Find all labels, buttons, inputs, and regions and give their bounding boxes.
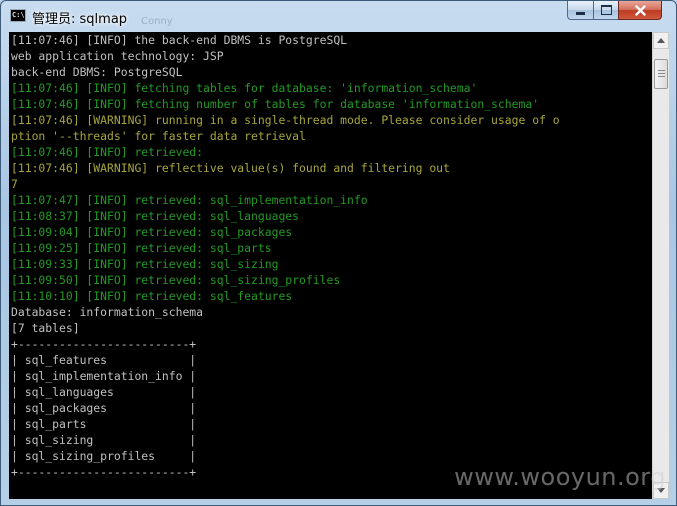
minimize-button[interactable] bbox=[567, 1, 593, 20]
console-line: | sql_parts | bbox=[11, 417, 197, 431]
console-line: | sql_packages | bbox=[11, 401, 197, 415]
window-controls bbox=[567, 1, 662, 20]
maximize-icon bbox=[600, 5, 612, 15]
console-line: ption '--threads' for faster data retrie… bbox=[11, 129, 306, 143]
scroll-up-arrow-icon[interactable] bbox=[653, 32, 669, 49]
console-line: [7 tables] bbox=[11, 321, 80, 335]
console-line: [11:07:46] [INFO] fetching number of tab… bbox=[11, 97, 540, 111]
vertical-scrollbar[interactable] bbox=[652, 32, 669, 499]
console-line: 7 bbox=[11, 177, 18, 191]
console-line: [11:07:46] [WARNING] running in a single… bbox=[11, 113, 560, 127]
console-line: | sql_features | bbox=[11, 353, 197, 367]
console-line: back-end DBMS: PostgreSQL bbox=[11, 65, 183, 79]
console-line: [11:08:37] [INFO] retrieved: sql_languag… bbox=[11, 209, 300, 223]
console-line: [11:07:46] [INFO] the back-end DBMS is P… bbox=[11, 33, 348, 47]
minimize-icon bbox=[576, 12, 585, 15]
cmd-icon[interactable]: C:\ bbox=[10, 9, 26, 22]
console-line: | sql_sizing_profiles | bbox=[11, 449, 197, 463]
close-button[interactable] bbox=[618, 1, 662, 20]
console-line: [11:09:50] [INFO] retrieved: sql_sizing_… bbox=[11, 273, 341, 287]
console-line: [11:07:46] [WARNING] reflective value(s)… bbox=[11, 161, 450, 175]
console-line: [11:07:46] [INFO] retrieved: bbox=[11, 145, 204, 159]
close-icon bbox=[634, 4, 646, 16]
console-line: [11:09:33] [INFO] retrieved: sql_sizing bbox=[11, 257, 279, 271]
ghost-title: Conny bbox=[141, 16, 173, 27]
watermark: www.wooyun.org bbox=[454, 463, 666, 491]
console-line: [11:07:46] [INFO] fetching tables for da… bbox=[11, 81, 478, 95]
maximize-button[interactable] bbox=[593, 1, 618, 20]
console-line: +-------------------------+ bbox=[11, 337, 197, 351]
console-line: [11:07:47] [INFO] retrieved: sql_impleme… bbox=[11, 193, 368, 207]
console-line: | sql_sizing | bbox=[11, 433, 197, 447]
console-line: web application technology: JSP bbox=[11, 49, 224, 63]
console-output[interactable]: [11:07:46] [INFO] the back-end DBMS is P… bbox=[9, 32, 652, 499]
window-title: 管理员: sqlmap bbox=[32, 12, 128, 27]
console-line: [11:09:04] [INFO] retrieved: sql_package… bbox=[11, 225, 293, 239]
console-line: Database: information_schema bbox=[11, 305, 204, 319]
scrollbar-thumb[interactable] bbox=[654, 59, 668, 89]
console-line: [11:10:10] [INFO] retrieved: sql_feature… bbox=[11, 289, 293, 303]
console-line: [11:09:25] [INFO] retrieved: sql_parts bbox=[11, 241, 272, 255]
console-line: | sql_languages | bbox=[11, 385, 197, 399]
title-bar[interactable]: C:\ 管理员: sqlmap Conny bbox=[1, 1, 676, 31]
console-line: | sql_implementation_info | bbox=[11, 369, 197, 383]
console-window: C:\ 管理员: sqlmap Conny [11:07:46] [INFO] … bbox=[0, 0, 677, 506]
